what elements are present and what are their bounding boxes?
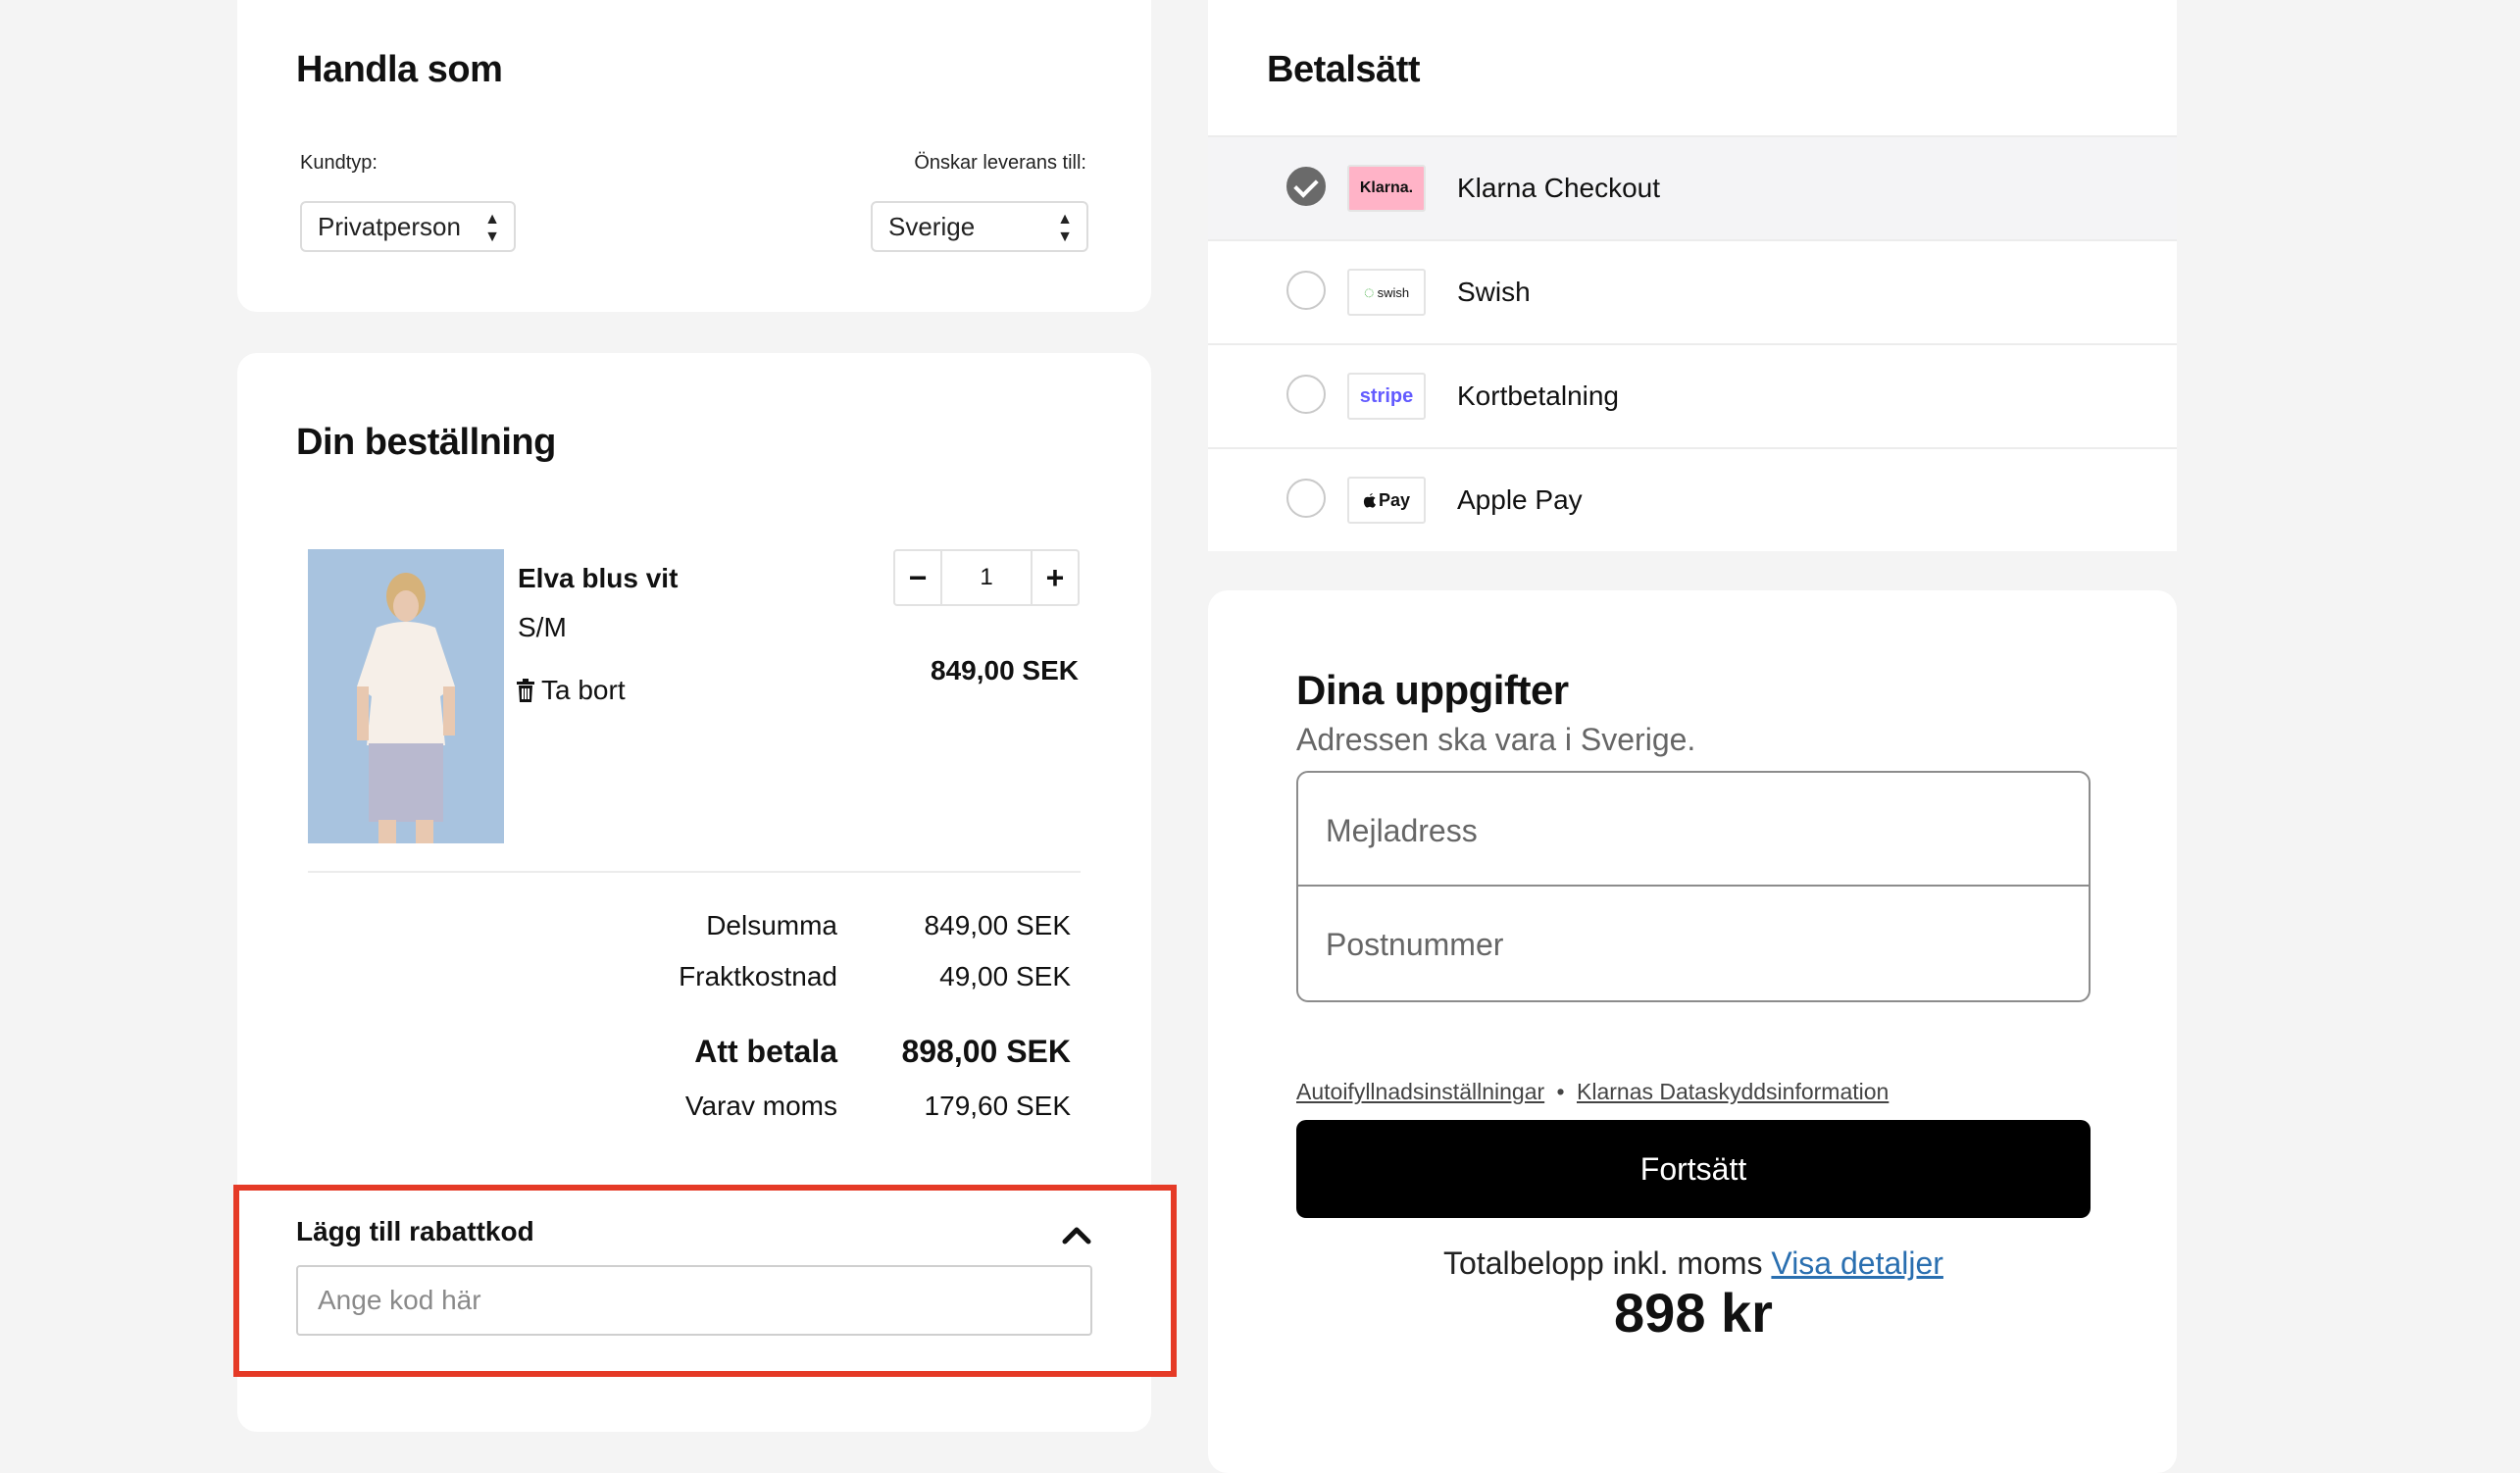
select-arrows-icon: ▲ ▼ — [1057, 211, 1073, 245]
radio-icon[interactable] — [1286, 479, 1326, 518]
delivery-country-value: Sverige — [888, 212, 976, 241]
radio-icon[interactable] — [1286, 375, 1326, 414]
select-arrows-icon: ▲ ▼ — [484, 211, 500, 245]
apple-pay-logo-icon: Pay — [1347, 477, 1426, 524]
show-details-link[interactable]: Visa detaljer — [1771, 1245, 1943, 1281]
privacy-info-link[interactable]: Klarnas Dataskyddsinformation — [1577, 1079, 1889, 1104]
delivery-label: Önskar leverans till: — [914, 152, 1086, 174]
quantity-value[interactable]: 1 — [940, 551, 1033, 604]
subtotal-value: 849,00 SEK — [924, 910, 1071, 940]
product-price: 849,00 SEK — [931, 655, 1079, 686]
quantity-stepper: − 1 + — [893, 549, 1080, 606]
payment-option-label: Swish — [1457, 277, 1531, 307]
stripe-logo-icon: stripe — [1347, 373, 1426, 420]
payment-option-card[interactable]: stripe Kortbetalning — [1208, 343, 2177, 447]
payment-option-label: Klarna Checkout — [1457, 173, 1661, 203]
product-size: S/M — [518, 612, 567, 642]
link-separator: • — [1556, 1079, 1565, 1104]
payment-option-apple-pay[interactable]: Pay Apple Pay — [1208, 447, 2177, 551]
increase-quantity-button[interactable]: + — [1033, 551, 1078, 604]
product-image[interactable] — [308, 549, 504, 843]
swish-logo-icon: ◌ swish — [1347, 269, 1426, 316]
shipping-value: 49,00 SEK — [939, 961, 1071, 991]
customer-type-select[interactable]: Privatperson ▲ ▼ — [300, 201, 516, 252]
total-value: 898,00 SEK — [901, 1034, 1071, 1069]
payment-option-label: Apple Pay — [1457, 484, 1583, 515]
payment-option-klarna[interactable]: Klarna. Klarna Checkout — [1208, 135, 2177, 239]
total-prefix: Totalbelopp inkl. moms — [1443, 1245, 1763, 1281]
total-amount: 898 kr — [1614, 1282, 1773, 1344]
total-label: Att betala — [694, 1034, 837, 1069]
vat-value: 179,60 SEK — [924, 1091, 1071, 1121]
total-line: Totalbelopp inkl. moms Visa detaljer — [1296, 1245, 2091, 1282]
vat-label: Varav moms — [684, 1091, 837, 1121]
discount-title: Lägg till rabattkod — [296, 1216, 534, 1246]
shop-as-title: Handla som — [296, 49, 503, 90]
remove-label: Ta bort — [541, 675, 626, 705]
product-name[interactable]: Elva blus vit — [518, 563, 678, 594]
payment-option-swish[interactable]: ◌ swish Swish — [1208, 239, 2177, 343]
radio-icon[interactable] — [1286, 271, 1326, 310]
delivery-country-select[interactable]: Sverige ▲ ▼ — [871, 201, 1088, 252]
order-title: Din beställning — [296, 422, 556, 463]
details-subtitle: Adressen ska vara i Sverige. — [1296, 722, 1696, 757]
remove-item-button[interactable]: Ta bort — [516, 675, 626, 706]
autofill-settings-link[interactable]: Autoifyllnadsinställningar — [1296, 1079, 1544, 1104]
klarna-links: Autoifyllnadsinställningar • Klarnas Dat… — [1296, 1079, 1889, 1105]
discount-code-input[interactable] — [296, 1265, 1092, 1336]
continue-button[interactable]: Fortsätt — [1296, 1120, 2091, 1218]
decrease-quantity-button[interactable]: − — [895, 551, 940, 604]
details-title: Dina uppgifter — [1296, 667, 1569, 713]
email-field[interactable]: Mejladress — [1296, 771, 2091, 887]
subtotal-label: Delsumma — [706, 910, 837, 940]
postcode-field[interactable]: Postnummer — [1296, 887, 2091, 1002]
shipping-label: Fraktkostnad — [679, 961, 837, 991]
payment-title: Betalsätt — [1267, 49, 1421, 90]
customer-type-value: Privatperson — [318, 212, 461, 241]
customer-type-label: Kundtyp: — [300, 152, 378, 174]
klarna-logo-icon: Klarna. — [1347, 165, 1426, 212]
trash-icon — [517, 679, 534, 702]
payment-option-label: Kortbetalning — [1457, 381, 1620, 411]
collapse-chevron-up-icon[interactable] — [1059, 1220, 1094, 1249]
divider — [308, 871, 1081, 873]
radio-checked-icon[interactable] — [1286, 167, 1326, 206]
